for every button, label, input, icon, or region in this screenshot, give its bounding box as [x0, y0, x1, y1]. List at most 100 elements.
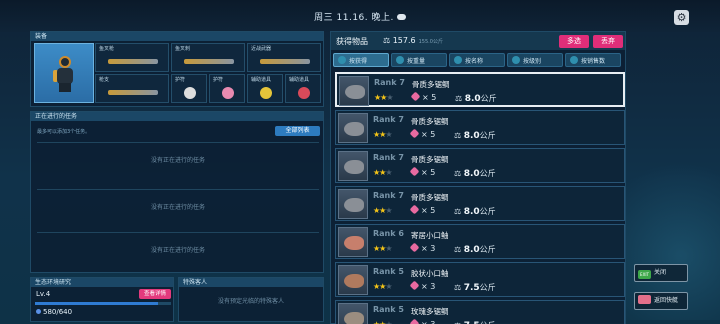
- diver-avatar[interactable]: [34, 43, 94, 103]
- sort-label: 按获得: [349, 58, 368, 65]
- item-row[interactable]: Rank 7 骨质多锯鲷 ★★★ × 5 ⚖ 8.0公斤: [335, 110, 625, 145]
- star-rating: ★★★: [373, 206, 393, 215]
- equip-slot-label: 辅助道具: [289, 77, 310, 83]
- item-weight-unit: 公斤: [479, 131, 496, 140]
- item-rank: Rank 7: [374, 78, 405, 87]
- guest-title: 特殊客人: [179, 278, 323, 287]
- item-row[interactable]: Rank 5 胶状小口鲉 ★★★ × 3 ⚖ 7.5公斤: [335, 262, 625, 297]
- equip-slot-label: 鱼叉刺: [175, 46, 191, 52]
- fish-icon: [344, 160, 364, 174]
- item-row[interactable]: Rank 7 骨质多锯鲷 ★★★ × 5 ⚖ 8.0公斤: [335, 186, 625, 221]
- sort-button-3[interactable]: 按级别: [507, 53, 563, 67]
- red-device-icon: [298, 87, 310, 99]
- equip-slot-label: 近战武器: [251, 46, 272, 52]
- fish-thumbnail: [339, 76, 369, 106]
- sort-button-4[interactable]: 按销售数: [565, 53, 621, 67]
- datetime-text: 周三 11.16. 晚上.: [314, 13, 394, 23]
- sort-bar: 按获得 按重量 按名称 按级别 按销售数: [333, 53, 625, 67]
- item-qty-value: × 3: [421, 320, 435, 324]
- harpoon-gun-icon: [108, 59, 158, 64]
- star-rating: ★★★: [374, 93, 394, 102]
- item-weight-value: 8.0: [464, 94, 481, 104]
- list-all-button[interactable]: 全部列表: [275, 126, 320, 136]
- item-rank: Rank 7: [373, 115, 404, 124]
- sort-label: 按名称: [465, 58, 484, 65]
- fish-icon: [344, 274, 364, 288]
- item-weight: ⚖ 8.0公斤: [454, 245, 496, 255]
- fish-thumbnail: [338, 265, 368, 295]
- item-weight: ⚖ 7.5公斤: [454, 320, 496, 324]
- equip-slot-label: 鱼叉枪: [99, 46, 115, 52]
- item-row[interactable]: Rank 7 骨质多锯鲷 ★★★ × 5 ⚖ 8.0公斤: [335, 148, 625, 183]
- close-label: 关闭: [654, 269, 667, 276]
- item-rank: Rank 7: [373, 191, 404, 200]
- tasks-panel: 正在进行的任务 最多可以添加3个任务。 全部列表 没有正在进行的任务 没有正在进…: [30, 111, 324, 273]
- guest-empty-text: 没有预定光临的特殊客人: [217, 298, 284, 305]
- equip-slot-4[interactable]: 护符: [171, 74, 207, 103]
- exit-tag-icon: EXIT: [638, 270, 651, 279]
- item-row[interactable]: Rank 7 骨质多锯鲷 ★★★ × 5 ⚖ 8.0公斤: [335, 72, 625, 107]
- settings-gear-icon[interactable]: ⚙: [674, 10, 689, 25]
- item-row[interactable]: Rank 6 寄居小口鲉 ★★★ × 3 ⚖ 8.0公斤: [335, 224, 625, 259]
- equip-slot-5[interactable]: 护符: [209, 74, 245, 103]
- top-bar: 周三 11.16. 晚上. ⚙: [0, 0, 720, 32]
- rifle-icon: [108, 90, 158, 95]
- equip-slot-2[interactable]: 近战武器: [247, 43, 321, 72]
- star-rating: ★★★: [373, 282, 393, 291]
- sort-button-1[interactable]: 按重量: [391, 53, 447, 67]
- task-slot-empty[interactable]: 没有正在进行的任务: [37, 189, 319, 225]
- knife-icon: [260, 59, 310, 64]
- datetime-display: 周三 11.16. 晚上.: [0, 10, 720, 23]
- gem-icon: [409, 318, 420, 324]
- item-weight: ⚖ 7.5公斤: [454, 283, 496, 293]
- return-boat-button[interactable]: 返回快艇: [634, 292, 688, 310]
- eco-detail-button[interactable]: 查看详情: [139, 289, 171, 299]
- tasks-title: 正在进行的任务: [31, 112, 323, 121]
- equip-slot-label: 护符: [213, 77, 224, 83]
- discard-button[interactable]: 丢弃: [593, 35, 623, 48]
- multi-select-button[interactable]: 多选: [559, 35, 589, 48]
- item-weight-value: 8.0: [463, 131, 480, 141]
- item-weight-value: 8.0: [463, 169, 480, 179]
- fish-thumbnail: [338, 303, 368, 324]
- tasks-subtitle: 最多可以添加3个任务。: [37, 129, 91, 135]
- item-qty-value: × 3: [421, 244, 436, 253]
- task-slot-empty[interactable]: 没有正在进行的任务: [37, 142, 319, 178]
- sort-icon: [396, 56, 404, 64]
- equip-slot-3[interactable]: 枪支: [95, 74, 169, 103]
- item-weight: ⚖ 8.0公斤: [454, 207, 496, 217]
- fish-thumbnail: [338, 151, 368, 181]
- item-qty-value: × 5: [421, 168, 436, 177]
- eco-title: 生态环境研究: [31, 278, 173, 287]
- item-qty-value: × 5: [422, 93, 437, 102]
- diver-figure-icon: [53, 56, 77, 92]
- equip-slot-label: 枪支: [99, 77, 110, 83]
- equip-slot-1[interactable]: 鱼叉刺: [171, 43, 245, 72]
- item-weight: ⚖ 8.0公斤: [454, 169, 496, 179]
- fish-icon: [345, 85, 365, 99]
- item-quantity: × 5: [410, 91, 437, 102]
- weather-cloud-icon: [396, 14, 406, 20]
- close-button[interactable]: EXIT 关闭: [634, 264, 688, 282]
- sort-button-2[interactable]: 按名称: [449, 53, 505, 67]
- sort-label: 按重量: [407, 58, 426, 65]
- item-row[interactable]: Rank 5 玫瑰多锯鲷 ★★★ × 3 ⚖ 7.5公斤: [335, 300, 625, 324]
- sort-icon: [570, 56, 578, 64]
- task-slot-empty[interactable]: 没有正在进行的任务: [37, 232, 319, 268]
- gem-icon: [409, 242, 420, 253]
- star-rating: ★★★: [373, 244, 393, 253]
- sort-button-0[interactable]: 按获得: [333, 53, 389, 67]
- equip-slot-0[interactable]: 鱼叉枪: [95, 43, 169, 72]
- item-rank: Rank 5: [373, 305, 404, 314]
- item-qty-value: × 5: [421, 130, 436, 139]
- eco-progress-fill: [35, 302, 159, 305]
- item-quantity: × 3: [409, 318, 435, 324]
- equip-slot-7[interactable]: 辅助道具: [285, 74, 321, 103]
- fish-icon: [344, 236, 364, 250]
- item-rank: Rank 5: [373, 267, 404, 276]
- item-rank: Rank 7: [373, 153, 404, 162]
- item-quantity: × 3: [409, 280, 435, 291]
- equip-slot-6[interactable]: 辅助道具: [247, 74, 283, 103]
- item-quantity: × 5: [409, 128, 436, 139]
- special-guest-panel: 特殊客人 没有预定光临的特殊客人: [178, 277, 324, 322]
